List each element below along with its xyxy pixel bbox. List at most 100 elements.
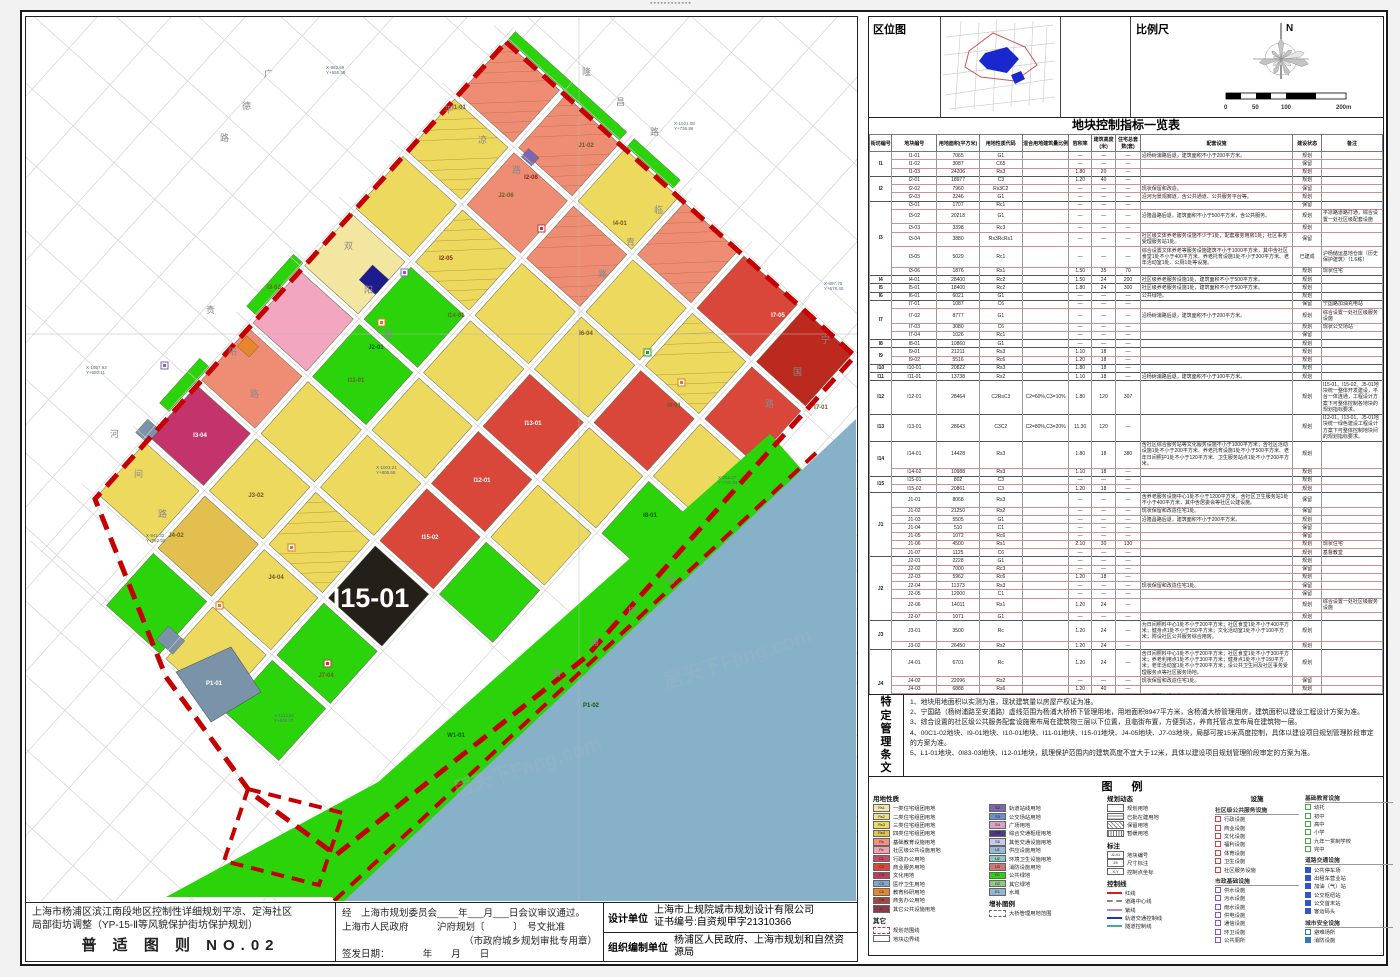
table-cell: 社区级文体养老服务设施不少于1处，配套服务用房1处；社区事务受理服务站1处。 — [1140, 232, 1293, 247]
table-row: I4I4-0128400Rc21.5024200社区级养老服务设施1处，建筑面积… — [870, 276, 1383, 284]
table-cell: — — [1116, 323, 1140, 331]
block-number-cell: I13 — [870, 414, 892, 441]
land-use-swatch: C5 — [873, 880, 890, 888]
legend-item-label: 消防设施用地 — [1009, 863, 1041, 871]
design-unit-block: 设计单位 上海市上规院城市规划设计有限公司 证书编号:自资规甲字21310366… — [604, 903, 857, 961]
table-cell — [1321, 364, 1382, 372]
legend-item-label: 环卫设施 — [1224, 928, 1245, 936]
table-row: I11I11-0113738Rs21.1018—沿杨树浦路后退，建筑面积不小于1… — [870, 373, 1383, 381]
table-cell: 22096 — [937, 677, 980, 685]
legend-item: S6其他交通设施用地 — [989, 838, 1101, 846]
table-cell — [1022, 232, 1069, 247]
land-use-swatch: Rc — [873, 846, 890, 854]
legend-item: 商业设施 — [1215, 823, 1299, 831]
table-cell: J4-03 — [892, 685, 937, 693]
legend-item: 完中 — [1305, 845, 1393, 853]
table-cell: — — [1116, 573, 1140, 581]
table-cell: 规划 — [1293, 650, 1322, 677]
legend-item: 福利设施 — [1215, 840, 1299, 848]
provisions-title-char: 条 — [881, 749, 892, 762]
table-cell: 规划 — [1293, 284, 1322, 292]
table-cell: Rs2 — [979, 677, 1022, 685]
table-cell: 规划 — [1293, 476, 1322, 484]
table-cell — [1022, 516, 1069, 524]
table-cell — [1321, 582, 1382, 590]
provisions-title-char: 文 — [881, 762, 892, 775]
plan-sheet: I15-01 居天下Fang.com居天下Fang.comI1-01I2-08I… — [20, 10, 1388, 966]
land-use-swatch: C2 — [873, 863, 890, 871]
table-cell — [1022, 373, 1069, 381]
block-number-cell: I3 — [870, 201, 892, 276]
table-cell: 20 — [1091, 168, 1115, 176]
status-swatch — [1107, 830, 1124, 838]
block-number-cell: I2 — [870, 176, 892, 201]
table-cell — [1140, 613, 1293, 621]
table-cell: — — [1091, 224, 1115, 232]
table-cell — [1321, 642, 1382, 650]
table-cell — [1321, 356, 1382, 364]
table-cell — [1140, 381, 1293, 414]
table-cell — [1321, 176, 1382, 184]
approval-line1: 经 上海市规划委员会____年___月___日会议审议通过。 — [342, 907, 597, 921]
table-cell: I14-02 — [892, 468, 937, 476]
table-cell — [1022, 557, 1069, 565]
table-cell: 1125 — [937, 549, 980, 557]
table-row: J2-0614011Rs11.2024—规划综合设置一处社区级服务设施 — [870, 598, 1383, 613]
block-number-cell: I6 — [870, 292, 892, 300]
table-row: I7-028777G1———沿杨树浦路后退，建筑面积不小于200平方米。规划综合… — [870, 309, 1383, 324]
table-cell — [1022, 540, 1069, 548]
legend-item: 卫生设施 — [1215, 857, 1299, 865]
table-cell: — — [1116, 247, 1140, 268]
sheet-number: 普 适 图 则 NO.02 — [32, 934, 329, 955]
legend-item-label: 水域 — [1009, 888, 1020, 896]
legend-item: 环卫设施 — [1215, 928, 1299, 936]
legend-item: 规划范围线 — [873, 926, 985, 934]
provision-item: 2、宁国路（杨树浦路至安浦路）虚线范围为杨浦大桥桥下管理用地，用地面积8947平… — [910, 708, 1377, 718]
table-cell — [1140, 565, 1293, 573]
parcel-label: W1-01 — [447, 733, 465, 739]
education-facility-icon — [1305, 829, 1311, 835]
table-cell: 1876 — [937, 267, 980, 275]
legend-item: 规划用地 — [1107, 804, 1209, 812]
legend-item: 九年一贯制学校 — [1305, 837, 1393, 845]
table-cell: I2-02 — [892, 185, 937, 193]
legend-item: 消防设施 — [1305, 936, 1393, 944]
table-cell: 10860 — [937, 340, 980, 348]
table-cell — [1321, 441, 1382, 468]
table-cell: Rc1 — [979, 201, 1022, 209]
table-cell: 规划 — [1293, 176, 1322, 184]
legend-item: 避难场所 — [1305, 928, 1393, 936]
table-cell: 1.50 — [1069, 276, 1091, 284]
table-cell — [1140, 348, 1293, 356]
legend-facilities: 设施社区级公共服务设施行政设施商业设施文化设施福利设施体育设施卫生设施社区服务设… — [1215, 791, 1299, 944]
legend-item: 红线 — [1107, 889, 1209, 897]
block-number-cell: I10 — [870, 364, 892, 372]
municipal-facility-icon — [1215, 920, 1221, 926]
table-cell: C3 — [979, 176, 1022, 184]
table-cell: — — [1069, 549, 1091, 557]
table-cell: 11373 — [937, 582, 980, 590]
coordinate-label: X-941.32Y+762.58 — [146, 533, 166, 543]
table-cell: 规划 — [1293, 441, 1322, 468]
land-use-swatch: C8 — [873, 897, 890, 905]
table-cell: J2-02 — [892, 565, 937, 573]
table-cell: Rc1 — [979, 331, 1022, 339]
table-row: J2J2-012228G1———规划 — [870, 557, 1383, 565]
table-cell: 18977 — [937, 176, 980, 184]
legend-item-label: 二类住宅组团用地 — [893, 813, 935, 821]
legend-item: Rs基础教育设施用地 — [873, 838, 985, 846]
table-cell: Rc6 — [979, 532, 1022, 540]
table-cell: 1.10 — [1069, 348, 1091, 356]
table-cell — [1321, 201, 1382, 209]
table-cell — [1022, 549, 1069, 557]
table-column-header: 建设状态 — [1293, 135, 1322, 152]
table-cell — [1022, 348, 1069, 356]
parcel-label: J7-04 — [318, 673, 334, 679]
plan-title-line1: 上海市杨浦区滨江南段地区控制性详细规划平凉、定海社区 — [32, 907, 329, 920]
table-cell: I12-01、I13-01、J5-01地块统一绿色建设工程设计方案下可整体控制地… — [1321, 414, 1382, 441]
legend-item-label: 初中 — [1314, 812, 1325, 820]
land-use-swatch: C6 — [873, 888, 890, 896]
table-cell: 沪杨储运基地仓库（历史保护建筑）（1.6栋） — [1321, 247, 1382, 268]
scale-tick-0: 0 — [1224, 105, 1228, 111]
control-line-swatch — [1107, 892, 1122, 894]
